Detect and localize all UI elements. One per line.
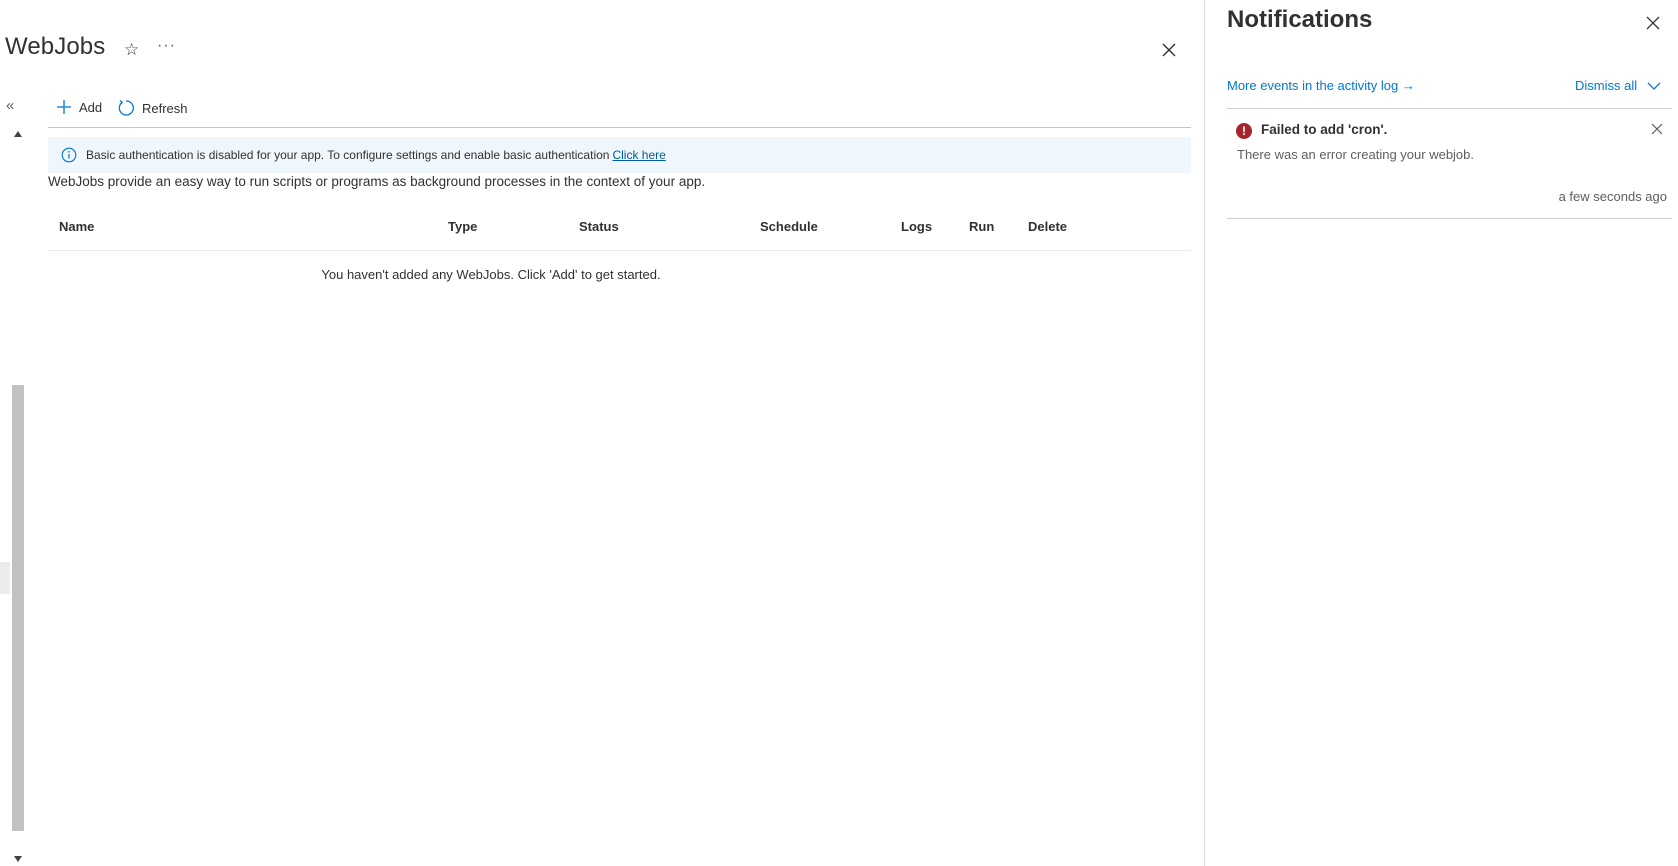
- info-icon: [61, 147, 77, 163]
- collapse-menu-icon[interactable]: «: [6, 98, 14, 113]
- close-notifications-icon[interactable]: [1645, 15, 1661, 31]
- refresh-button-label: Refresh: [142, 100, 188, 116]
- plus-icon: [57, 100, 71, 114]
- dismiss-notification-icon[interactable]: [1651, 123, 1663, 135]
- column-header-status[interactable]: Status: [579, 219, 619, 234]
- add-button[interactable]: Add: [56, 99, 102, 115]
- favorite-star-icon[interactable]: ☆: [124, 40, 139, 60]
- side-handle[interactable]: [0, 562, 10, 594]
- add-button-label: Add: [79, 99, 103, 115]
- notifications-title: Notifications: [1227, 6, 1373, 33]
- column-header-run[interactable]: Run: [969, 219, 994, 234]
- column-header-delete[interactable]: Delete: [1028, 219, 1067, 234]
- webjobs-description: WebJobs provide an easy way to run scrip…: [48, 174, 706, 189]
- dismiss-all-button[interactable]: Dismiss all: [1575, 78, 1637, 93]
- scroll-up-arrow-icon[interactable]: [14, 131, 22, 137]
- table-header: Name Type Status Schedule Logs Run Delet…: [48, 209, 1191, 251]
- info-message-text: Basic authentication is disabled for you…: [86, 148, 610, 162]
- empty-table-message: You haven't added any WebJobs. Click 'Ad…: [321, 267, 661, 282]
- command-bar: Add Refresh: [48, 96, 1191, 128]
- notification-item[interactable]: ! Failed to add 'cron'. There was an err…: [1227, 109, 1672, 219]
- scrollbar-thumb[interactable]: [12, 385, 24, 831]
- page-title: WebJobs: [5, 33, 106, 60]
- vertical-scrollbar[interactable]: [11, 128, 26, 866]
- activity-log-link[interactable]: More events in the activity log →: [1227, 78, 1415, 93]
- error-icon: !: [1236, 123, 1252, 139]
- notification-body: There was an error creating your webjob.: [1237, 147, 1475, 162]
- refresh-button[interactable]: Refresh: [117, 99, 188, 117]
- webjobs-blade: WebJobs ☆ ··· « Add Refresh Basic authen…: [0, 0, 1204, 866]
- close-blade-icon[interactable]: [1160, 41, 1178, 59]
- enable-basic-auth-link[interactable]: Click here: [612, 148, 665, 162]
- refresh-icon: [118, 100, 134, 116]
- chevron-down-icon[interactable]: [1647, 81, 1661, 91]
- notification-heading: Failed to add 'cron'.: [1261, 122, 1388, 137]
- column-header-logs[interactable]: Logs: [901, 219, 932, 234]
- notifications-pane: Notifications More events in the activit…: [1204, 0, 1678, 866]
- scroll-down-arrow-icon[interactable]: [14, 856, 22, 862]
- more-options-icon[interactable]: ···: [157, 37, 176, 55]
- column-header-schedule[interactable]: Schedule: [760, 219, 818, 234]
- column-header-name[interactable]: Name: [59, 219, 94, 234]
- info-message-bar: Basic authentication is disabled for you…: [48, 137, 1191, 173]
- notification-timestamp: a few seconds ago: [1558, 189, 1667, 204]
- column-header-type[interactable]: Type: [448, 219, 477, 234]
